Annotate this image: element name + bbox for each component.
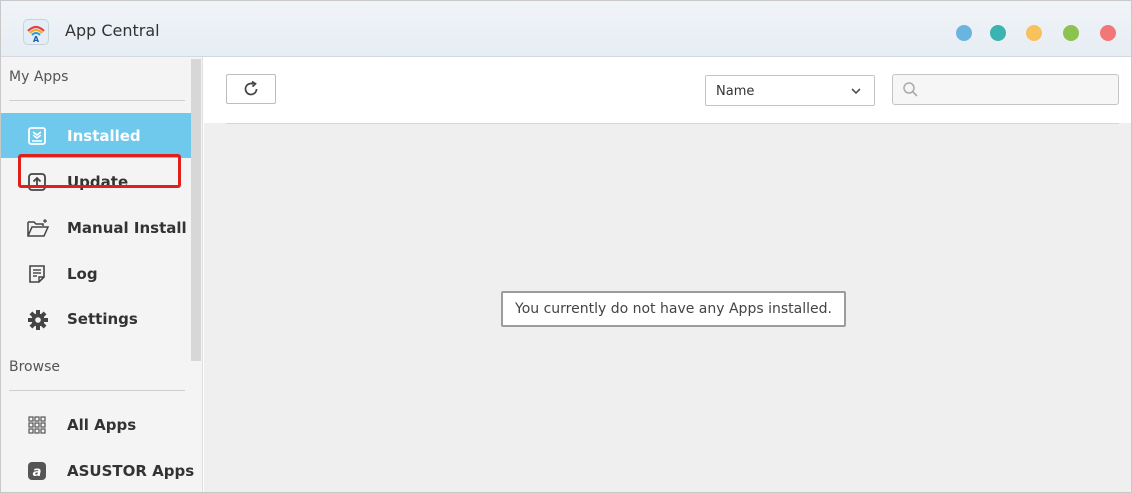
asustor-apps-icon: a [27,461,47,481]
section-divider [9,100,185,101]
sidebar-item-label: Manual Install [67,219,187,237]
sidebar-item-label: ASUSTOR Apps [67,462,195,480]
log-icon [27,264,47,284]
gear-icon [27,309,48,330]
sidebar-item-label: Log [67,265,98,283]
search-icon [903,82,918,97]
sidebar-item-manual-install[interactable]: Manual Install [1,205,191,250]
app-central-window: A App Central My Apps Installed Update M… [0,0,1132,493]
browse-heading: Browse [9,359,60,375]
refresh-icon [244,80,258,96]
window-dot-green[interactable] [1063,25,1079,41]
section-divider [9,390,185,391]
grid-icon [27,415,47,435]
sidebar-scrollbar[interactable] [191,59,201,361]
search-box [892,74,1119,105]
svg-text:a: a [33,465,42,480]
sidebar-item-label: Installed [67,127,141,145]
folder-open-icon [27,218,50,238]
sort-select[interactable]: Name [705,75,875,106]
installed-icon [27,126,47,146]
sidebar-item-installed[interactable]: Installed [1,113,191,158]
sort-select-value: Name [716,84,755,99]
sidebar-item-label: Settings [67,310,138,328]
highlight-box [18,154,181,188]
refresh-button[interactable] [226,74,276,104]
svg-text:A: A [33,35,40,44]
app-central-logo-icon: A [23,19,49,45]
title-bar: A App Central [1,1,1131,57]
search-input[interactable] [923,79,1115,102]
chevron-down-icon [851,88,861,95]
toolbar: Name [204,57,1131,123]
window-dot-teal[interactable] [990,25,1006,41]
sidebar-item-asustor-apps[interactable]: a ASUSTOR Apps [1,448,195,492]
window-dot-red[interactable] [1100,25,1116,41]
app-title: App Central [65,21,160,40]
main-content: Name You currently do not have any Apps … [204,57,1131,492]
my-apps-heading: My Apps [9,69,69,85]
sidebar-item-label: All Apps [67,416,137,434]
window-dot-blue[interactable] [956,25,972,41]
toolbar-divider [226,123,1119,124]
sidebar-item-log[interactable]: Log [1,251,191,296]
window-dot-yellow[interactable] [1026,25,1042,41]
sidebar-item-settings[interactable]: Settings [1,296,191,341]
sidebar-item-all-apps[interactable]: All Apps [1,402,191,447]
empty-state-message: You currently do not have any Apps insta… [501,291,846,327]
sidebar: My Apps Installed Update Manual Install … [1,57,203,492]
